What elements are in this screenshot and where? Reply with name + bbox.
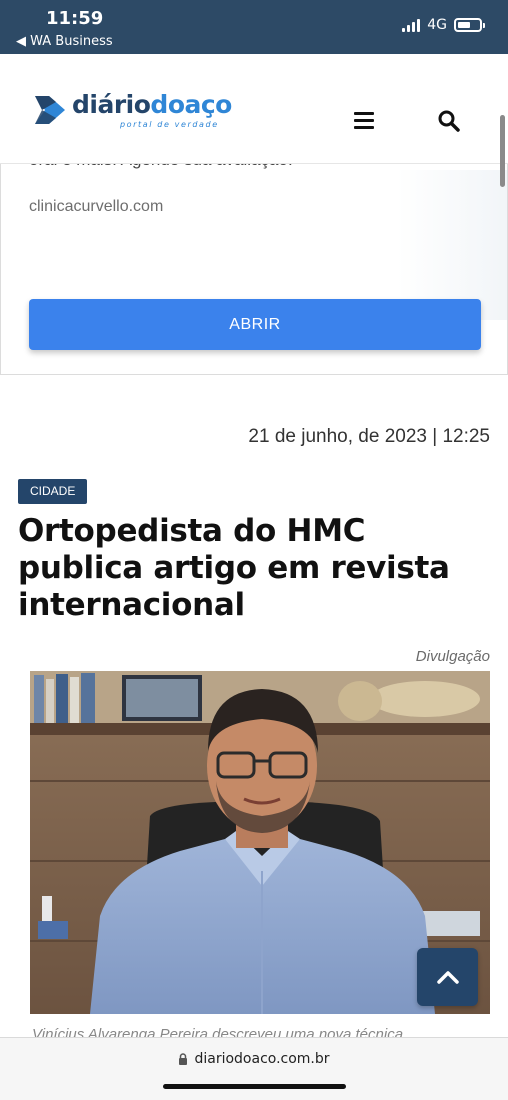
category-badge[interactable]: CIDADE [18, 479, 88, 504]
status-indicators: 4G [402, 17, 485, 33]
photo-credit: Divulgação [415, 648, 490, 665]
url-field[interactable]: diariodoaco.com.br [0, 1051, 508, 1067]
logo-part-1: diário [72, 90, 151, 119]
browser-address-bar: diariodoaco.com.br [0, 1037, 508, 1100]
lock-icon [179, 1053, 188, 1065]
article-date: 21 de junho, de 2023 | 12:25 [248, 426, 490, 447]
logo-arrow-icon [35, 96, 65, 124]
page-scrollbar[interactable] [500, 115, 505, 187]
logo-tagline: portal de verdade [120, 120, 219, 129]
ad-background-image [397, 170, 507, 320]
status-bar: 11:59 ◀ WA Business 4G [0, 0, 508, 54]
battery-icon [454, 18, 485, 32]
search-icon[interactable] [437, 109, 461, 133]
url-text: diariodoaco.com.br [194, 1051, 330, 1067]
ad-card: oral e mais. Agende sua avaliação. clini… [0, 130, 508, 375]
signal-icon [402, 18, 421, 32]
home-indicator[interactable] [163, 1084, 346, 1089]
logo-wordmark: diáriodoaço [72, 90, 232, 119]
menu-icon[interactable] [354, 112, 374, 130]
logo-part-2: doaço [150, 90, 232, 119]
site-header: diáriodoaço portal de verdade [0, 54, 508, 164]
network-type: 4G [427, 17, 447, 33]
scroll-to-top-button[interactable] [417, 948, 478, 1006]
status-time: 11:59 [46, 8, 104, 29]
article-title: Ortopedista do HMC publica artigo em rev… [18, 513, 450, 623]
ad-open-button[interactable]: ABRIR [29, 299, 481, 350]
chevron-up-icon [436, 971, 459, 984]
ad-url[interactable]: clinicacurvello.com [29, 198, 163, 216]
back-to-app-link[interactable]: ◀ WA Business [16, 34, 113, 49]
